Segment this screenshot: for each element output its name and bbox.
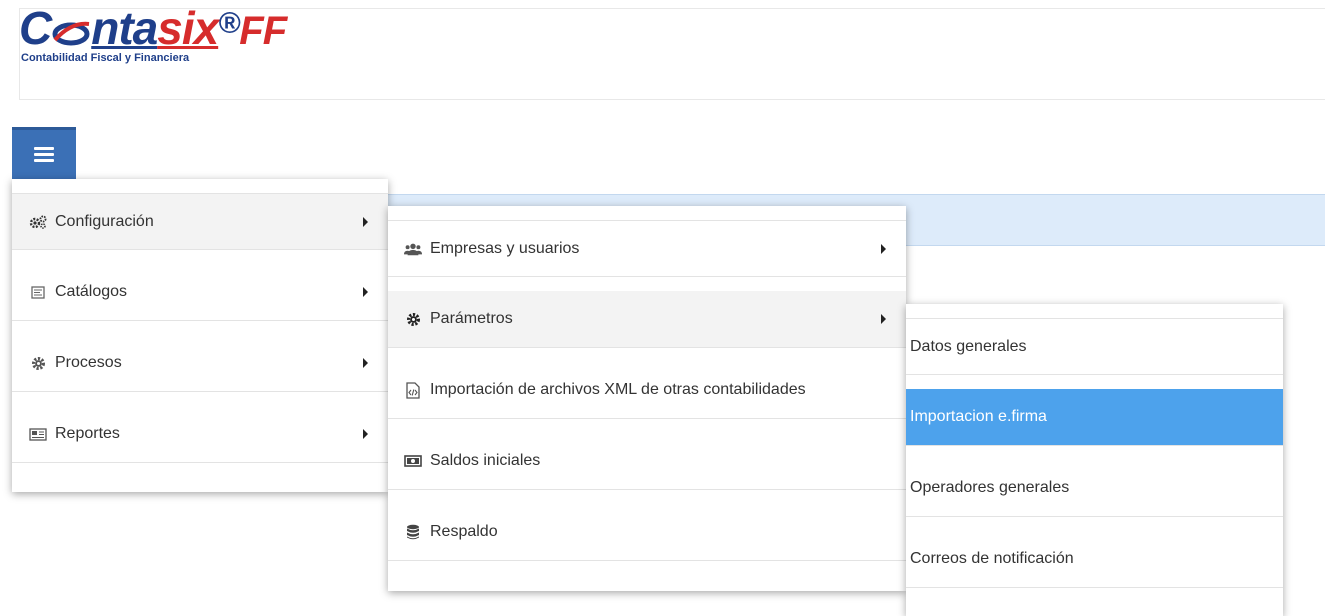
menu-item-label: Empresas y usuarios bbox=[430, 239, 580, 257]
report-icon bbox=[29, 425, 47, 443]
gears-icon bbox=[29, 213, 47, 231]
submenu-arrow-icon bbox=[363, 287, 368, 297]
menu-item-procesos[interactable]: Procesos bbox=[12, 335, 388, 392]
menu-item-label: Catálogos bbox=[55, 283, 128, 300]
menu-item-label: Importación de archivos XML de otras con… bbox=[430, 381, 806, 398]
database-icon bbox=[404, 523, 422, 541]
submenu-arrow-icon bbox=[363, 216, 368, 227]
menu-item-label: Configuración bbox=[55, 212, 154, 230]
logo-swoosh-icon bbox=[52, 21, 90, 46]
menu-item-respaldo[interactable]: Respaldo bbox=[388, 504, 906, 561]
configuracion-submenu: Empresas y usuarios Parámetros Importaci… bbox=[388, 206, 906, 591]
submenu-arrow-icon bbox=[881, 243, 886, 254]
menu-item-configuracion[interactable]: Configuración bbox=[12, 193, 388, 250]
menu-item-label: Parámetros bbox=[430, 310, 513, 327]
logo-registered: ® bbox=[218, 7, 240, 40]
logo-text-nta: nta bbox=[91, 2, 158, 54]
menu-item-empresas-usuarios[interactable]: Empresas y usuarios bbox=[388, 220, 906, 277]
logo-text-ff: FF bbox=[239, 9, 287, 53]
gear-icon bbox=[404, 310, 422, 328]
menu-item-operadores-generales[interactable]: Operadores generales bbox=[906, 460, 1283, 517]
menu-item-datos-generales[interactable]: Datos generales bbox=[906, 318, 1283, 375]
logo-letter-c: C bbox=[19, 2, 52, 54]
catalog-icon bbox=[29, 283, 47, 301]
hamburger-icon bbox=[34, 144, 54, 165]
menu-item-label: Saldos iniciales bbox=[430, 452, 541, 469]
money-icon bbox=[404, 452, 422, 470]
menu-item-label: Datos generales bbox=[910, 337, 1027, 355]
menu-item-label: Procesos bbox=[55, 354, 122, 371]
menu-item-label: Correos de notificación bbox=[910, 550, 1074, 567]
menu-item-catalogos[interactable]: Catálogos bbox=[12, 264, 388, 321]
menu-item-correos-notificacion[interactable]: Correos de notificación bbox=[906, 531, 1283, 588]
contasix-logo: Cntasix®FF Contabilidad Fiscal y Financi… bbox=[19, 2, 287, 64]
gear-icon bbox=[29, 354, 47, 372]
submenu-arrow-icon bbox=[363, 358, 368, 368]
menu-item-label: Respaldo bbox=[430, 523, 498, 540]
submenu-arrow-icon bbox=[881, 314, 886, 324]
parametros-submenu: Datos generales Importacion e.firma Oper… bbox=[906, 304, 1283, 616]
menu-item-label: Reportes bbox=[55, 425, 120, 442]
main-menu: Configuración Catálogos Procesos Reporte… bbox=[12, 179, 388, 492]
hamburger-menu-button[interactable] bbox=[12, 127, 76, 179]
menu-item-importacion-xml[interactable]: Importación de archivos XML de otras con… bbox=[388, 362, 906, 419]
menu-item-importacion-efirma[interactable]: Importacion e.firma bbox=[906, 389, 1283, 446]
menu-item-saldos-iniciales[interactable]: Saldos iniciales bbox=[388, 433, 906, 490]
submenu-arrow-icon bbox=[363, 429, 368, 439]
xml-file-icon bbox=[404, 381, 422, 399]
logo-text-six: six bbox=[157, 2, 219, 54]
menu-item-label: Operadores generales bbox=[910, 479, 1070, 496]
users-icon bbox=[404, 240, 422, 258]
menu-item-reportes[interactable]: Reportes bbox=[12, 406, 388, 463]
menu-item-label: Importacion e.firma bbox=[910, 408, 1047, 425]
logo-wordmark: Cntasix®FF bbox=[19, 2, 287, 57]
menu-item-parametros[interactable]: Parámetros bbox=[388, 291, 906, 348]
logo-tagline: Contabilidad Fiscal y Financiera bbox=[21, 52, 190, 64]
